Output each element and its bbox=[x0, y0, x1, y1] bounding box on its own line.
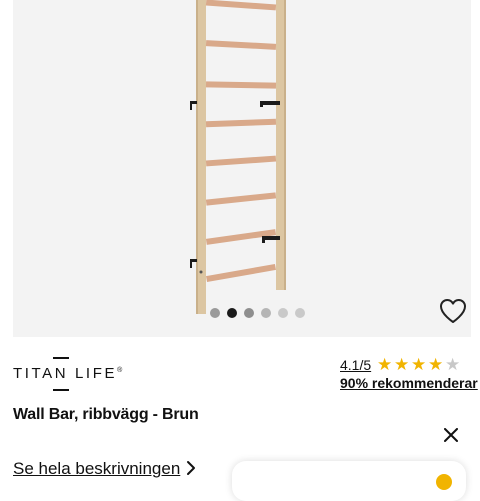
close-icon bbox=[444, 428, 458, 442]
close-button[interactable] bbox=[441, 425, 461, 445]
brand-name: TITAN LIFE® bbox=[13, 365, 123, 382]
gallery-dot[interactable] bbox=[261, 308, 271, 318]
wishlist-button[interactable] bbox=[437, 296, 469, 326]
brand-logo[interactable]: TITAN LIFE® bbox=[13, 357, 123, 391]
rating-summary[interactable]: 4.1/5 ★ ★ ★ ★ ★ bbox=[340, 356, 461, 373]
heart-outline-icon bbox=[440, 299, 466, 323]
gallery-dot[interactable] bbox=[295, 308, 305, 318]
gallery-pagination bbox=[210, 308, 305, 318]
gallery-dot-active[interactable] bbox=[227, 308, 237, 318]
product-image-gallery[interactable] bbox=[13, 0, 471, 337]
gallery-dot[interactable] bbox=[244, 308, 254, 318]
star-filled-icon: ★ bbox=[394, 355, 410, 374]
product-image bbox=[190, 0, 286, 314]
gallery-dot[interactable] bbox=[278, 308, 288, 318]
rating-score[interactable]: 4.1/5 bbox=[340, 357, 371, 373]
chat-popup[interactable] bbox=[232, 461, 466, 501]
chevron-right-icon bbox=[187, 461, 195, 475]
star-filled-icon: ★ bbox=[428, 355, 444, 374]
full-description-link[interactable]: Se hela beskrivningen bbox=[13, 459, 180, 479]
gallery-dot[interactable] bbox=[210, 308, 220, 318]
brand-logo-bar bbox=[53, 389, 69, 391]
star-filled-icon: ★ bbox=[377, 355, 393, 374]
product-title: Wall Bar, ribbvägg - Brun bbox=[13, 406, 199, 423]
rating-stars: ★ ★ ★ ★ ★ bbox=[376, 356, 461, 373]
star-empty-icon: ★ bbox=[445, 355, 461, 374]
brand-logo-bar bbox=[53, 357, 69, 359]
star-filled-icon: ★ bbox=[411, 355, 427, 374]
recommend-percentage-link[interactable]: 90% rekommenderar bbox=[340, 375, 478, 391]
chat-badge-icon bbox=[436, 474, 452, 490]
